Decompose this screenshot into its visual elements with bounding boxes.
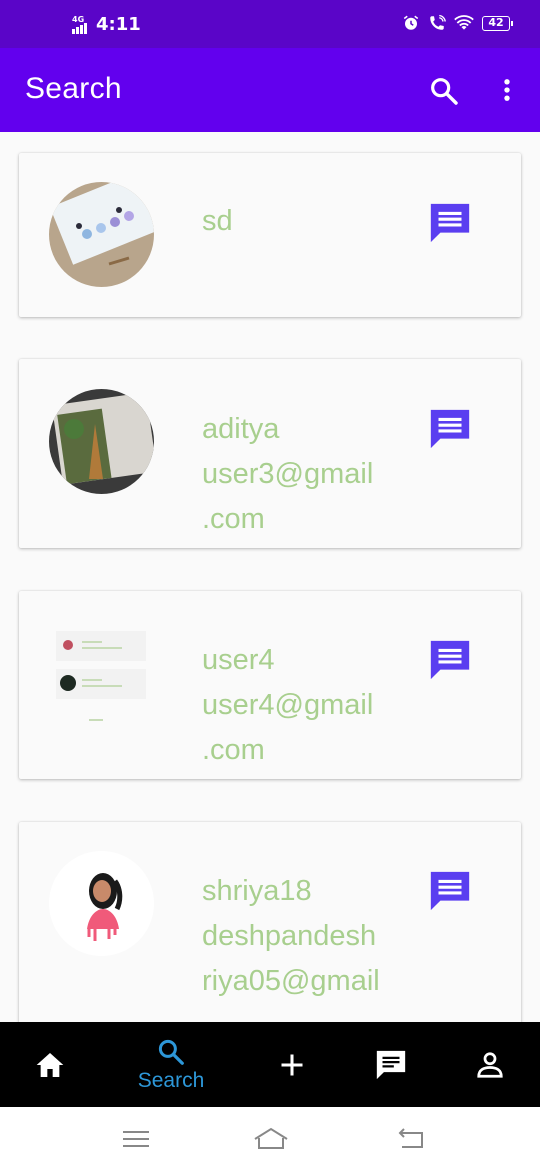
add-icon <box>281 1054 303 1075</box>
avatar <box>49 182 154 287</box>
user-email: deshpandesh riya05@gmail <box>202 920 380 997</box>
status-right: 42 <box>402 14 513 32</box>
user-name: user4 <box>202 644 275 676</box>
nav-search[interactable]: Search <box>126 1022 216 1107</box>
user-email: user4@gmail .com <box>202 689 374 766</box>
system-nav-bar <box>0 1107 540 1170</box>
battery-icon: 42 <box>482 15 513 31</box>
nav-add[interactable] <box>262 1022 322 1107</box>
message-icon[interactable] <box>427 200 473 246</box>
chat-icon <box>376 1050 406 1079</box>
user-email: user3@gmail .com <box>202 458 374 535</box>
signal-icon: 4G <box>72 15 90 34</box>
menu-icon[interactable] <box>120 1125 152 1153</box>
nav-profile[interactable] <box>460 1022 520 1107</box>
nav-home[interactable] <box>20 1022 80 1107</box>
user-card[interactable]: aditya user3@gmail .com <box>19 359 521 548</box>
message-icon[interactable] <box>427 868 473 914</box>
wifi-call-icon <box>430 14 446 30</box>
search-results-list[interactable]: sd aditya user3@gmail .com user4 user4@g… <box>0 132 540 1022</box>
user-name: aditya <box>202 413 280 445</box>
user-card[interactable]: user4 user4@gmail .com <box>19 591 521 779</box>
user-name: sd <box>202 205 233 237</box>
search-icon <box>158 1039 184 1065</box>
home-icon <box>36 1052 64 1077</box>
avatar <box>49 851 154 956</box>
search-icon[interactable] <box>428 75 460 107</box>
avatar <box>49 389 154 494</box>
user-card[interactable]: shriya18 deshpandesh riya05@gmail <box>19 822 521 1022</box>
more-vert-icon[interactable] <box>493 74 521 106</box>
wifi-icon <box>454 15 474 30</box>
nav-chat[interactable] <box>361 1022 421 1107</box>
user-info: shriya18 deshpandesh riya05@gmail <box>202 869 402 1004</box>
nav-search-label: Search <box>137 1068 205 1092</box>
page-title: Search <box>25 72 122 105</box>
user-name: shriya18 <box>202 875 312 907</box>
user-info: aditya user3@gmail .com <box>202 407 402 542</box>
status-left: 4G 4:11 <box>72 14 141 35</box>
message-icon[interactable] <box>427 637 473 683</box>
back-icon[interactable] <box>396 1125 428 1153</box>
profile-icon <box>477 1051 503 1078</box>
alarm-icon <box>403 15 419 30</box>
home-outline-icon[interactable] <box>252 1125 290 1153</box>
status-time: 4:11 <box>96 14 141 35</box>
user-card[interactable]: sd <box>19 153 521 317</box>
user-info: user4 user4@gmail .com <box>202 638 402 773</box>
app-bar: Search <box>0 48 540 132</box>
bottom-nav: Search <box>0 1022 540 1107</box>
user-info: sd <box>202 199 402 244</box>
message-icon[interactable] <box>427 406 473 452</box>
status-bar: 4G 4:11 42 <box>0 0 540 48</box>
avatar <box>54 621 149 726</box>
